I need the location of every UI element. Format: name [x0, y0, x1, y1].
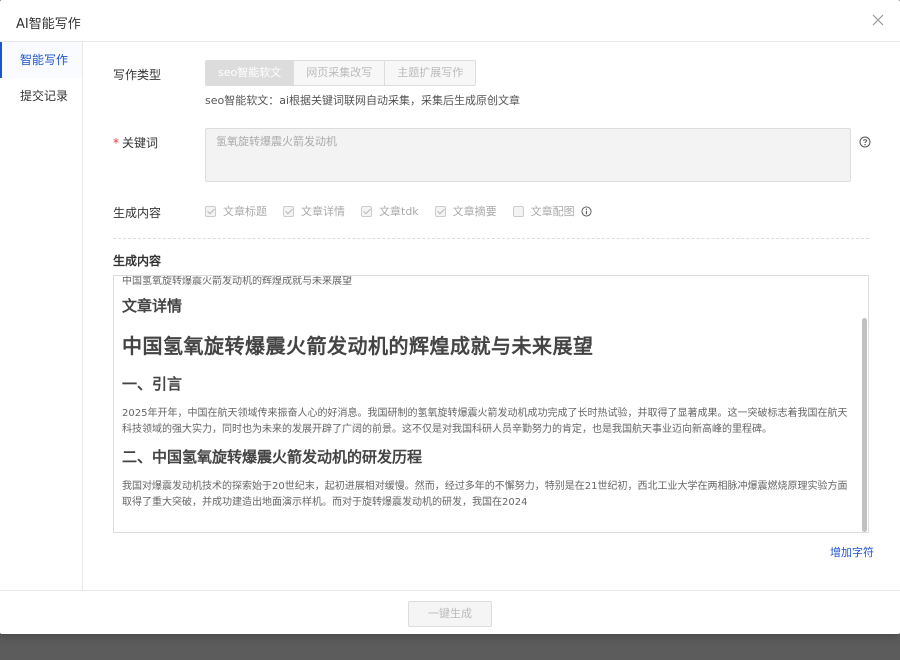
scrollbar-thumb[interactable] — [862, 318, 867, 532]
generated-content-area[interactable]: 中国氢氧旋转爆震火箭发动机的辉煌成就与未来展望 文章详情 中国氢氧旋转爆震火箭发… — [113, 275, 869, 533]
type-option-topic-expand[interactable]: 主题扩展写作 — [384, 61, 476, 85]
checkbox-box[interactable] — [512, 205, 524, 217]
checkbox-box[interactable] — [434, 205, 446, 217]
checkbox-label: 文章标题 — [223, 205, 267, 218]
writing-type-selector: seo智能软文 网页采集改写 主题扩展写作 — [205, 60, 477, 86]
section-divider — [113, 238, 869, 239]
checkbox-article-image[interactable]: 文章配图 — [512, 203, 575, 219]
article-detail-heading: 文章详情 — [122, 297, 183, 315]
checkbox-box[interactable] — [205, 205, 216, 217]
writing-type-label: 写作类型 — [113, 68, 162, 82]
sidebar: 智能写作 提交记录 — [0, 42, 83, 590]
keyword-label: 关键词 — [122, 136, 159, 150]
sidebar-item-smart-writing[interactable]: 智能写作 — [0, 42, 82, 78]
content-checkbox-group: 文章标题 文章详情 文章tdk 文章摘要 文章配图 — [205, 203, 592, 219]
type-option-web-rewrite[interactable]: 网页采集改写 — [293, 61, 385, 85]
checkbox-box[interactable] — [283, 205, 294, 217]
required-mark: * — [113, 136, 119, 150]
info-icon[interactable] — [581, 205, 592, 217]
keyword-label-wrap: * 关键词 — [113, 134, 158, 151]
dialog-header: AI智能写作 — [0, 0, 900, 42]
type-option-seo[interactable]: seo智能软文 — [206, 61, 294, 85]
gen-content-label: 生成内容 — [113, 206, 162, 220]
dialog-footer: 一键生成 — [0, 590, 900, 635]
section-heading: 一、引言 — [122, 375, 183, 393]
ai-writing-dialog: AI智能写作 智能写作 提交记录 写作类型 seo智能软文 网页采集改写 主题扩… — [0, 0, 900, 634]
article-title-line: 中国氢氧旋转爆震火箭发动机的辉煌成就与未来展望 — [122, 276, 352, 287]
section-paragraph: 我国对爆震发动机技术的探索始于20世纪末，起初进展相对缓慢。然而，经过多年的不懈… — [122, 481, 848, 508]
generated-content-text: 中国氢氧旋转爆震火箭发动机的辉煌成就与未来展望 文章详情 中国氢氧旋转爆震火箭发… — [122, 276, 852, 519]
checkbox-label: 文章tdk — [379, 205, 419, 218]
article-main-heading: 中国氢氧旋转爆震火箭发动机的辉煌成就与未来展望 — [122, 334, 594, 358]
keyword-input[interactable]: 氢氧旋转爆震火箭发动机 — [205, 128, 851, 182]
section-paragraph: 2025年开年，中国在航天领域传来振奋人心的好消息。我国研制的氢氧旋转爆震火箭发… — [122, 408, 848, 435]
close-icon[interactable] — [870, 12, 886, 28]
sidebar-item-submit-records[interactable]: 提交记录 — [0, 78, 82, 114]
scrollbar-track[interactable] — [860, 276, 868, 532]
checkbox-label: 文章配图 — [530, 205, 575, 218]
section-heading: 二、中国氢氧旋转爆震火箭发动机的研发历程 — [122, 448, 423, 466]
checkbox-article-tdk[interactable]: 文章tdk — [361, 203, 419, 219]
generated-content-title: 生成内容 — [113, 254, 162, 268]
writing-type-hint: seo智能软文：ai根据关键词联网自动采集，采集后生成原创文章 — [205, 94, 521, 107]
checkbox-label: 文章详情 — [301, 205, 345, 218]
checkbox-article-summary[interactable]: 文章摘要 — [434, 203, 497, 219]
checkbox-article-title[interactable]: 文章标题 — [205, 203, 267, 219]
generate-button[interactable]: 一键生成 — [408, 601, 492, 627]
help-icon[interactable] — [859, 136, 871, 148]
checkbox-label: 文章摘要 — [452, 205, 497, 218]
checkbox-article-detail[interactable]: 文章详情 — [283, 203, 345, 219]
add-characters-link[interactable]: 增加字符 — [830, 544, 874, 560]
checkbox-box[interactable] — [361, 205, 372, 217]
main-panel: 写作类型 seo智能软文 网页采集改写 主题扩展写作 seo智能软文：ai根据关… — [83, 42, 900, 590]
dialog-title: AI智能写作 — [16, 17, 81, 32]
